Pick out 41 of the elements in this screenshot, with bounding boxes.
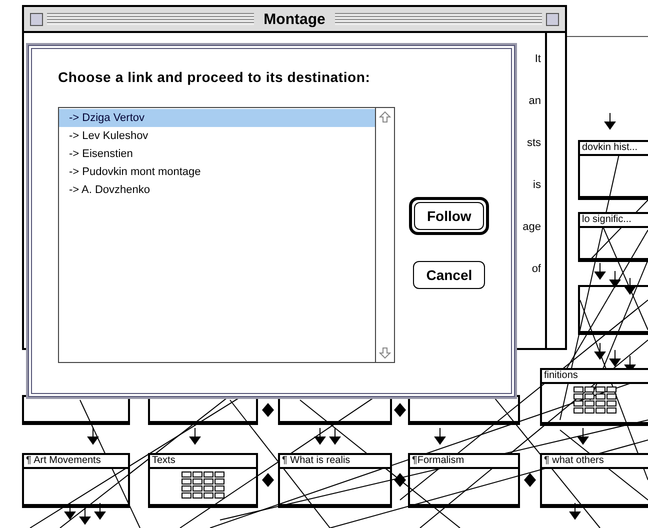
grid-icon xyxy=(181,471,225,501)
text-fragment: of xyxy=(532,263,541,275)
text-fragment: is xyxy=(533,179,541,191)
node-box[interactable] xyxy=(578,285,648,335)
node-title: dovkin hist... xyxy=(580,142,648,156)
node-title: ¶ What is realis xyxy=(280,455,390,469)
node-title: ¶ Art Movements xyxy=(24,455,128,469)
follow-button[interactable]: Follow xyxy=(414,202,484,230)
node-box[interactable]: ¶ what others xyxy=(540,453,648,508)
node-box[interactable]: dovkin hist... xyxy=(578,140,648,200)
node-title: ¶ what others xyxy=(542,455,648,469)
text-fragment: an xyxy=(528,95,541,107)
node-title: Texts xyxy=(150,455,256,469)
title-bar-stripes[interactable] xyxy=(47,13,254,25)
link-item[interactable]: -> Eisenstien xyxy=(59,145,375,163)
text-fragment: age xyxy=(522,221,541,233)
node-title: finitions xyxy=(542,370,648,384)
node-box[interactable]: ¶ What is realis xyxy=(278,453,392,508)
down-arrow-icon[interactable] xyxy=(378,346,392,360)
link-item[interactable]: -> Dziga Vertov xyxy=(59,109,375,127)
node-title: ¶Formalism xyxy=(410,455,518,469)
link-item[interactable]: -> Pudovkin mont montage xyxy=(59,163,375,181)
link-item[interactable]: -> Lev Kuleshov xyxy=(59,127,375,145)
zoom-box-icon[interactable] xyxy=(546,12,560,26)
node-title: lo signific... xyxy=(580,214,648,228)
cancel-button[interactable]: Cancel xyxy=(413,261,486,289)
title-bar-stripes[interactable] xyxy=(335,13,542,25)
dialog-prompt: Choose a link and proceed to its destination: xyxy=(58,69,372,85)
node-box[interactable]: ¶ Art Movements xyxy=(22,453,130,508)
grid-icon xyxy=(573,386,617,416)
node-box[interactable]: Texts xyxy=(148,453,258,508)
node-box[interactable]: ¶Formalism xyxy=(408,453,520,508)
up-arrow-icon[interactable] xyxy=(378,110,392,124)
node-box[interactable]: lo signific... xyxy=(578,212,648,262)
link-item[interactable]: -> A. Dovzhenko xyxy=(59,181,375,199)
node-box[interactable]: finitions xyxy=(540,368,648,426)
scroll-bar[interactable] xyxy=(375,108,394,362)
text-fragment: sts xyxy=(526,137,541,149)
text-fragment: It xyxy=(534,53,541,65)
window-title: Montage xyxy=(262,10,326,28)
close-box-icon[interactable] xyxy=(30,12,43,26)
